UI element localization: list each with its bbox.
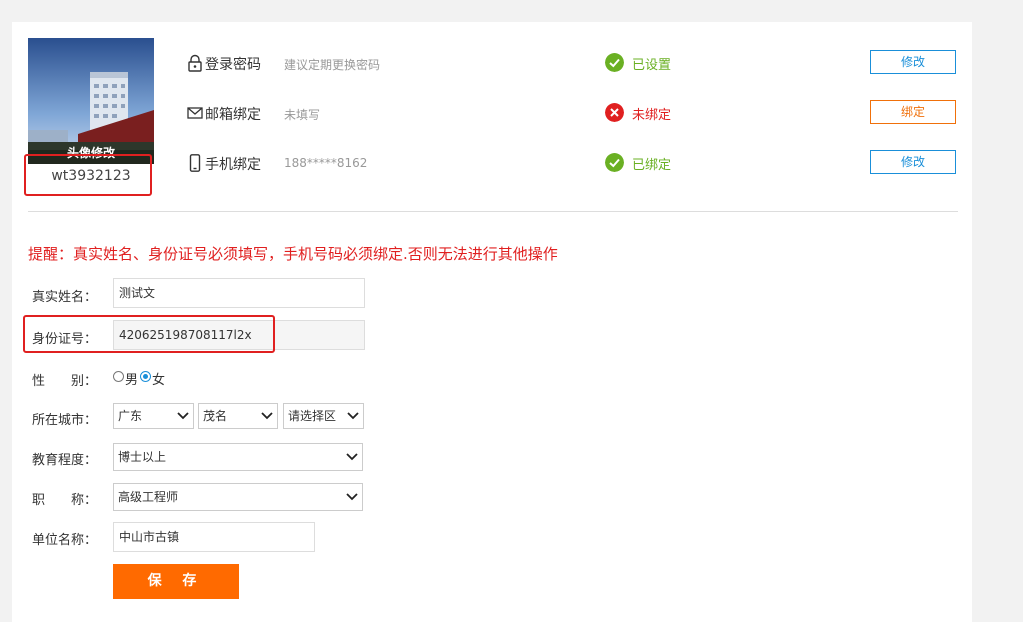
save-button[interactable]: 保 存	[113, 564, 239, 599]
security-hint: 建议定期更换密码	[284, 58, 381, 72]
phone-icon	[189, 154, 201, 172]
account-panel: 头像修改 wt3932123 登录密码 建议定期更换密码 已设置 修改 邮箱绑定…	[12, 22, 972, 622]
chevron-down-icon	[347, 412, 359, 420]
security-row-phone: 手机绑定 188*****8162 已绑定 修改	[187, 150, 963, 175]
city-select[interactable]: 茂名	[198, 403, 278, 429]
gender-option-male[interactable]: 男	[125, 369, 138, 388]
city-value: 茂名	[203, 409, 228, 423]
reminder-text: 提醒：真实姓名、身份证号必须填写，手机号码必须绑定.否则无法进行其他操作	[28, 245, 558, 263]
security-hint: 188*****8162	[284, 156, 368, 170]
chevron-down-icon	[177, 412, 189, 420]
job-title-label: 职 称：	[32, 493, 98, 508]
security-label: 登录密码	[205, 57, 261, 73]
gender-radio-female[interactable]	[140, 371, 151, 382]
district-value: 请选择区	[288, 409, 337, 423]
province-select[interactable]: 广东	[113, 403, 194, 429]
security-label: 手机绑定	[205, 157, 261, 173]
check-circle-icon	[605, 53, 624, 72]
organization-label: 单位名称：	[32, 533, 98, 548]
real-name-input[interactable]: 测试文	[113, 278, 365, 308]
security-hint: 未填写	[284, 108, 321, 122]
check-circle-icon	[605, 153, 624, 172]
divider	[28, 211, 958, 212]
security-status: 已绑定	[632, 158, 672, 173]
province-value: 广东	[118, 409, 143, 423]
envelope-icon	[187, 107, 203, 119]
security-label: 邮箱绑定	[205, 107, 261, 123]
avatar[interactable]: 头像修改	[28, 38, 154, 164]
security-row-password: 登录密码 建议定期更换密码 已设置 修改	[187, 50, 963, 75]
highlight-box-id-number	[23, 315, 275, 353]
highlight-box-username	[24, 154, 152, 196]
job-title-select[interactable]: 高级工程师	[113, 483, 363, 511]
gender-option-female[interactable]: 女	[152, 369, 165, 388]
gender-label: 性 别：	[32, 374, 98, 389]
modify-password-button[interactable]: 修改	[870, 50, 956, 74]
bind-email-button[interactable]: 绑定	[870, 100, 956, 124]
chevron-down-icon	[346, 453, 358, 461]
error-circle-icon	[605, 103, 624, 122]
security-row-email: 邮箱绑定 未填写 未绑定 绑定	[187, 100, 963, 125]
chevron-down-icon	[261, 412, 273, 420]
security-status: 已设置	[632, 58, 672, 73]
gender-radio-male[interactable]	[113, 371, 124, 382]
lock-icon	[188, 54, 202, 72]
modify-phone-button[interactable]: 修改	[870, 150, 956, 174]
organization-input[interactable]: 中山市古镇	[113, 522, 315, 552]
district-select[interactable]: 请选择区	[283, 403, 364, 429]
city-label: 所在城市：	[32, 413, 98, 428]
real-name-label: 真实姓名：	[32, 290, 98, 305]
education-value: 博士以上	[118, 450, 167, 464]
security-status: 未绑定	[632, 108, 672, 123]
job-title-value: 高级工程师	[118, 490, 179, 504]
chevron-down-icon	[346, 493, 358, 501]
education-label: 教育程度：	[32, 453, 98, 468]
education-select[interactable]: 博士以上	[113, 443, 363, 471]
